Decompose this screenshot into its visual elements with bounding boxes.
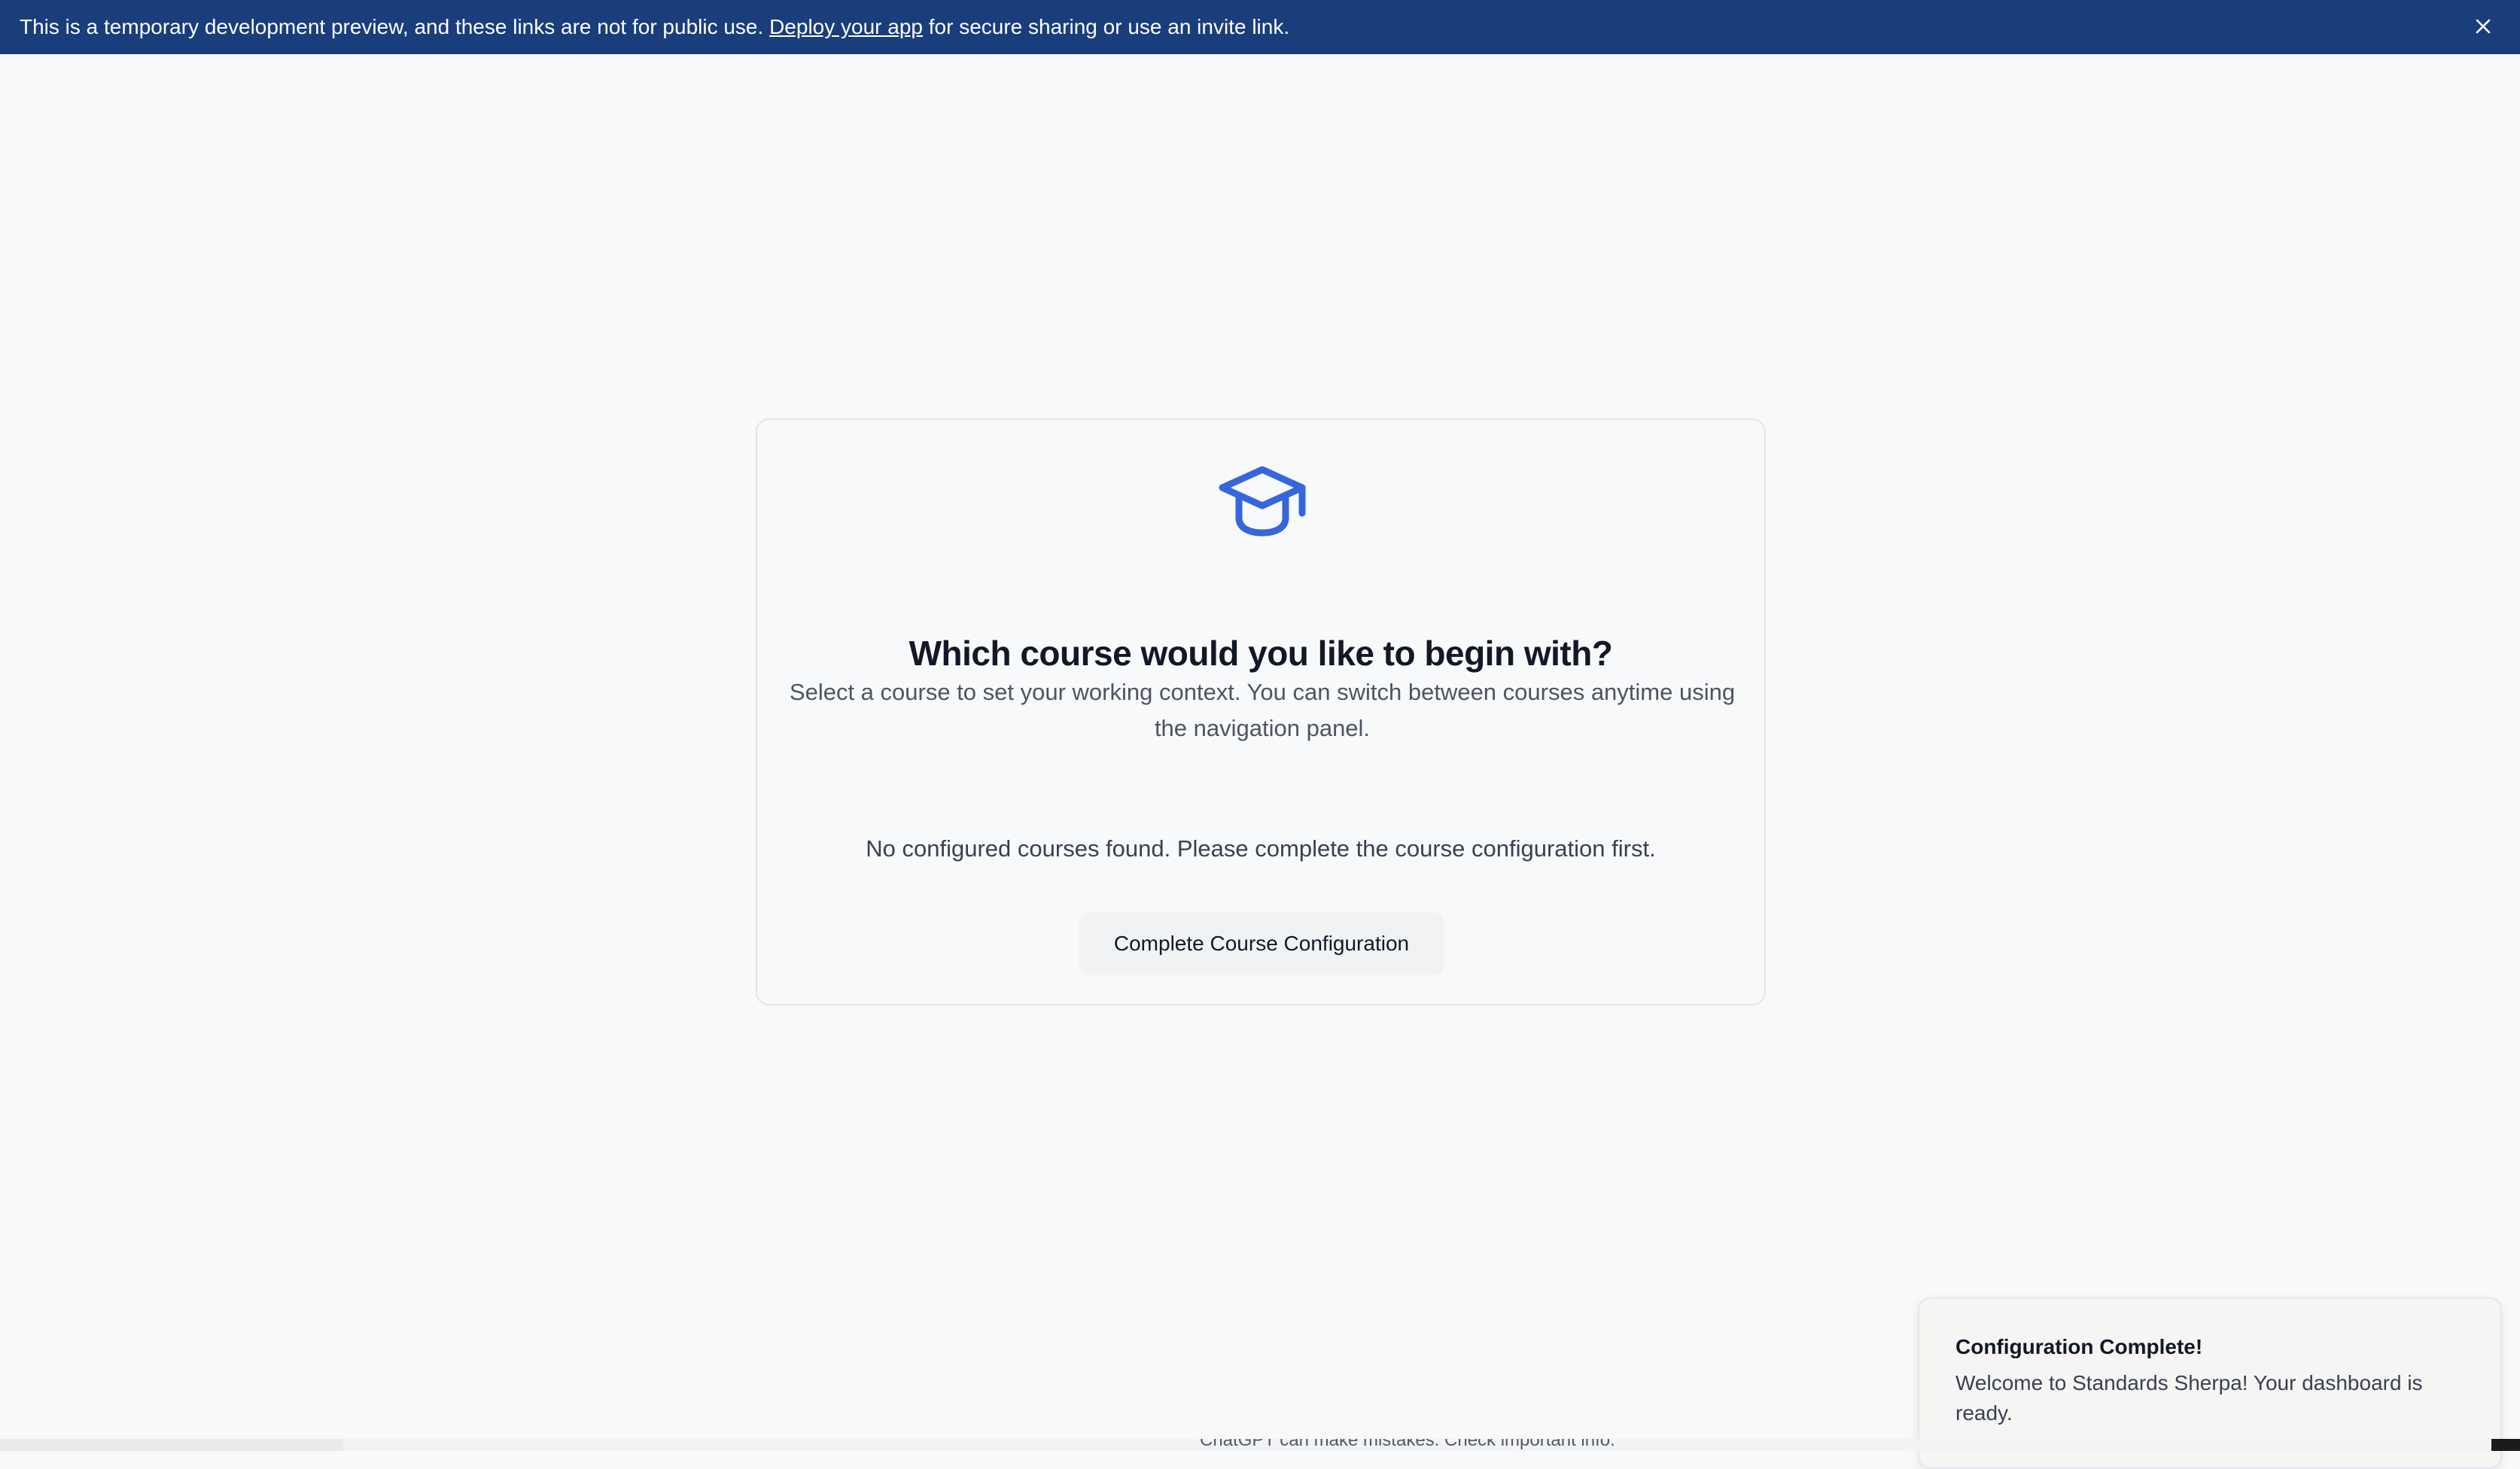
page-title: Which course would you like to begin wit… <box>908 634 1613 673</box>
underlying-corner <box>2491 1439 2520 1451</box>
toast-body: Welcome to Standards Sherpa! Your dashbo… <box>1955 1371 2423 1425</box>
deploy-app-link[interactable]: Deploy your app <box>769 15 923 38</box>
banner-message: This is a temporary development preview,… <box>20 17 1289 38</box>
banner-text-before: This is a temporary development preview,… <box>20 15 770 38</box>
toast-title: Configuration Complete! <box>1955 1335 2203 1358</box>
main-page: Which course would you like to begin wit… <box>0 54 2520 1469</box>
underlying-disclaimer: ChatGPT can make mistakes. Check importa… <box>1200 1439 1615 1450</box>
course-selection-card: Which course would you like to begin wit… <box>756 418 1766 1005</box>
underlying-window-strip: ChatGPT can make mistakes. Check importa… <box>0 1439 2520 1451</box>
card-subtitle: Select a course to set your working cont… <box>789 679 1736 741</box>
complete-course-configuration-button[interactable]: Complete Course Configuration <box>1079 912 1444 975</box>
underlying-sidebar <box>0 1439 343 1451</box>
banner-close-button[interactable] <box>2466 9 2500 44</box>
dev-preview-banner: This is a temporary development preview,… <box>0 0 2520 54</box>
banner-text-after: for secure sharing or use an invite link… <box>922 15 1290 38</box>
close-icon <box>2476 19 2491 34</box>
graduation-cap-icon <box>1219 466 1306 537</box>
empty-state-message: No configured courses found. Please comp… <box>866 835 1656 862</box>
